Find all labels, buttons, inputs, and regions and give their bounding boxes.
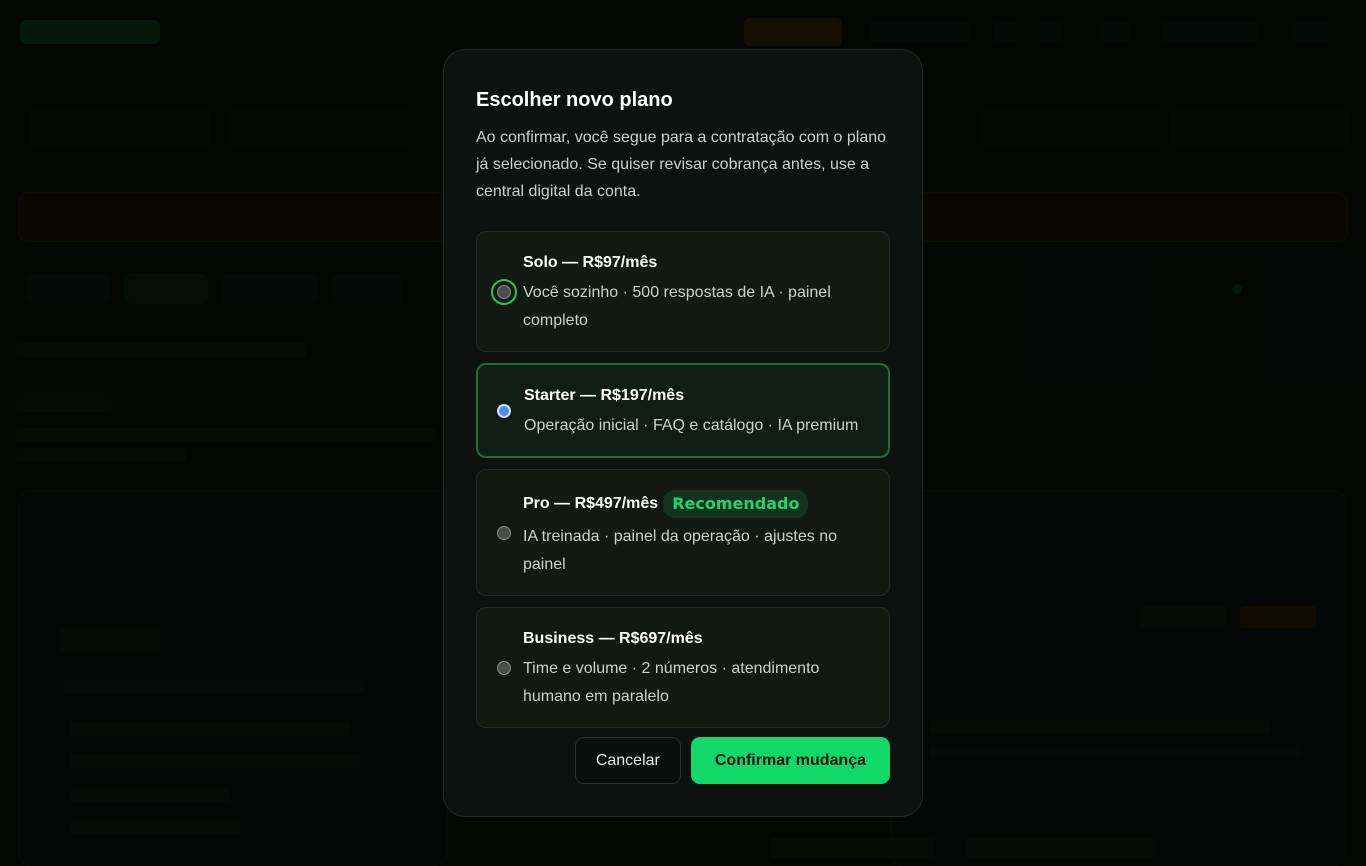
plan-name: Starter — R$197/mês	[524, 385, 868, 407]
plan-radio-pro[interactable]	[497, 525, 511, 540]
dialog-actions: Cancelar Confirmar mudança	[574, 737, 890, 784]
plan-radio-business[interactable]	[497, 660, 511, 675]
plan-name-label: Pro — R$497/mês	[523, 495, 659, 512]
plan-options: Solo — R$97/mês Você sozinho · 500 respo…	[476, 231, 890, 728]
plan-radio-solo[interactable]	[491, 278, 517, 305]
plan-radio-starter[interactable]	[497, 403, 511, 418]
confirm-change-button[interactable]: Confirmar mudança	[690, 737, 890, 784]
plan-option-starter[interactable]: Starter — R$197/mês Operação inicial · F…	[476, 363, 890, 458]
plan-name-label: Business — R$697/mês	[523, 630, 703, 647]
plan-description: IA treinada · painel da operação · ajust…	[523, 528, 837, 573]
plan-name: Business — R$697/mês	[523, 628, 869, 650]
plan-name: Pro — R$497/mês Recomendado	[523, 490, 869, 518]
dialog-description: Ao confirmar, você segue para a contrata…	[476, 129, 887, 200]
change-plan-dialog: Escolher novo plano Ao confirmar, você s…	[443, 49, 923, 817]
plan-name-label: Solo — R$97/mês	[523, 254, 658, 271]
dialog-title: Escolher novo plano	[476, 89, 673, 111]
plan-description: Você sozinho · 500 respostas de IA · pai…	[523, 284, 831, 329]
plan-option-business[interactable]: Business — R$697/mês Time e volume · 2 n…	[476, 607, 890, 728]
plan-name: Solo — R$97/mês	[523, 252, 869, 274]
plan-description: Operação inicial · FAQ e catálogo · IA p…	[524, 417, 859, 434]
plan-description: Time e volume · 2 números · atendimento …	[523, 660, 820, 705]
plan-option-solo[interactable]: Solo — R$97/mês Você sozinho · 500 respo…	[476, 231, 890, 352]
recommended-badge: Recomendado	[663, 490, 809, 518]
cancel-button[interactable]: Cancelar	[574, 737, 681, 784]
plan-option-pro[interactable]: Pro — R$497/mês Recomendado IA treinada …	[476, 469, 890, 596]
plan-name-label: Starter — R$197/mês	[524, 387, 685, 404]
